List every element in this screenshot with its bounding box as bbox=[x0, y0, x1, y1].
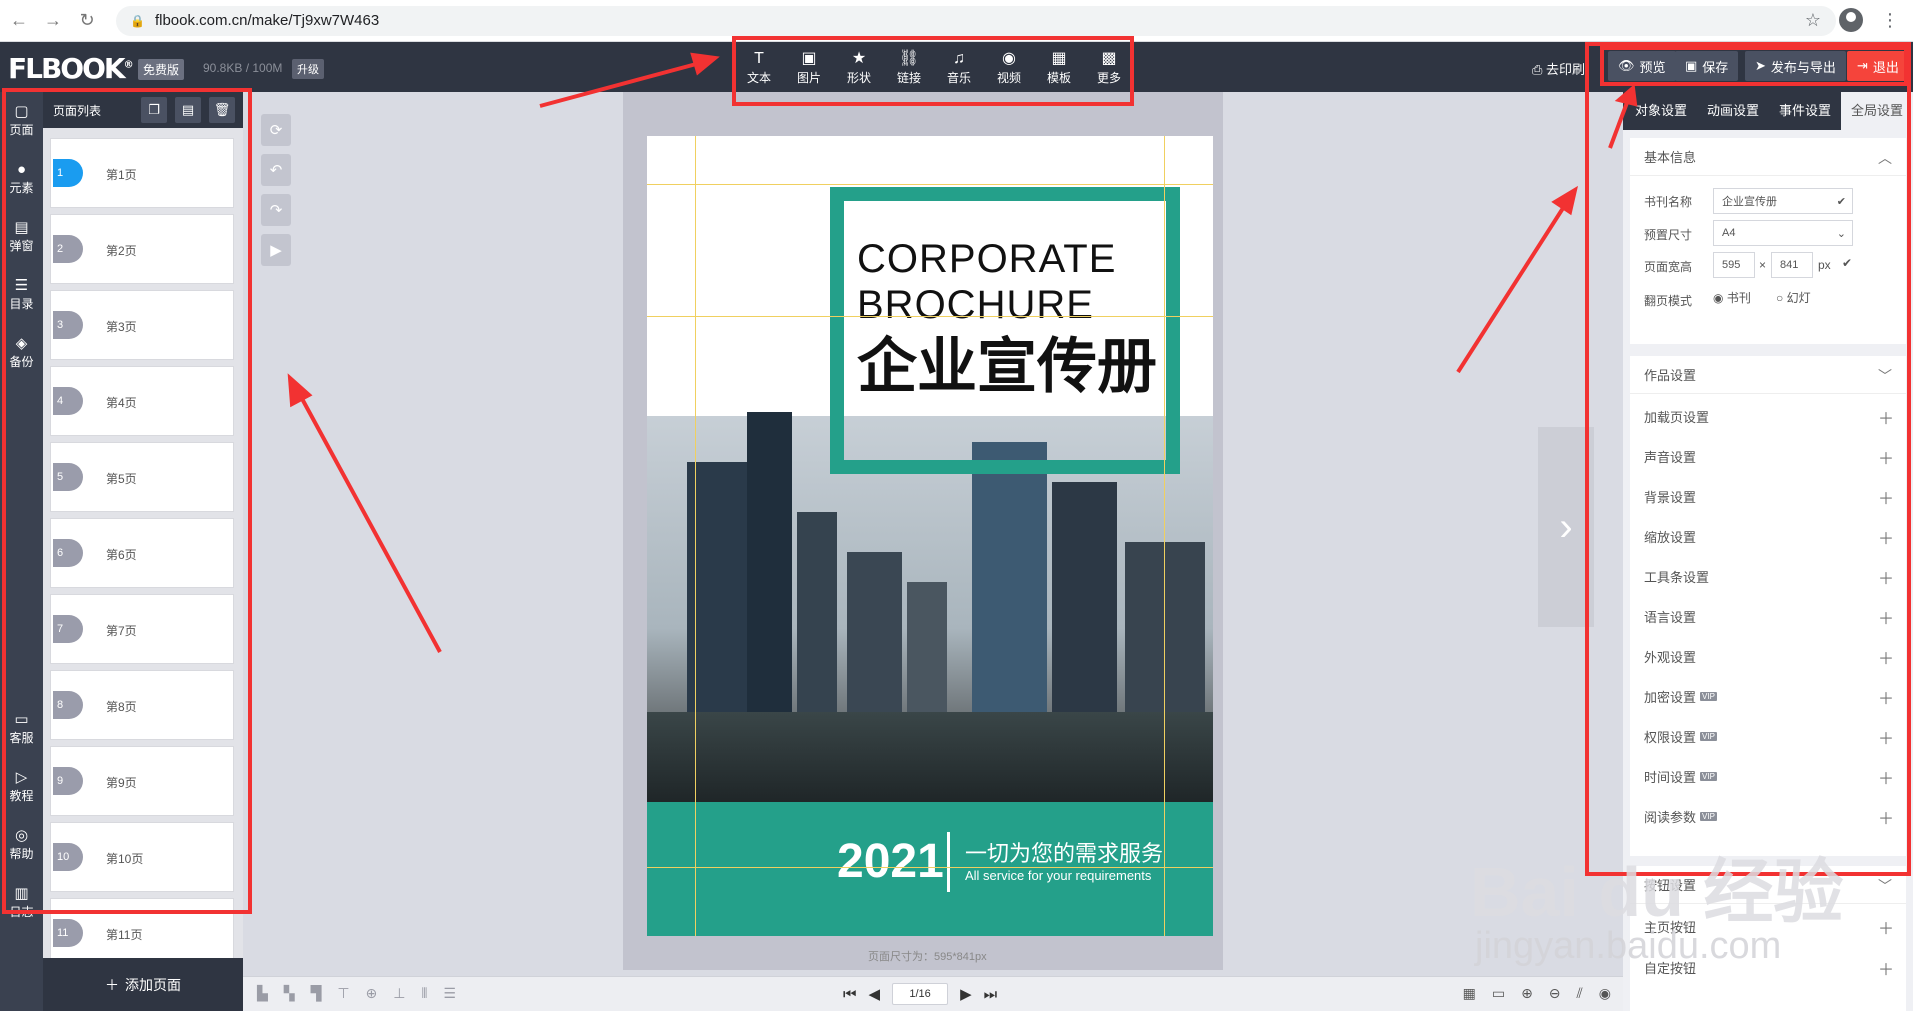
watermark-logo: Bai du 经验 bbox=[1470, 853, 1844, 931]
watermark-url: jingyan.baidu.com bbox=[1475, 925, 1782, 967]
